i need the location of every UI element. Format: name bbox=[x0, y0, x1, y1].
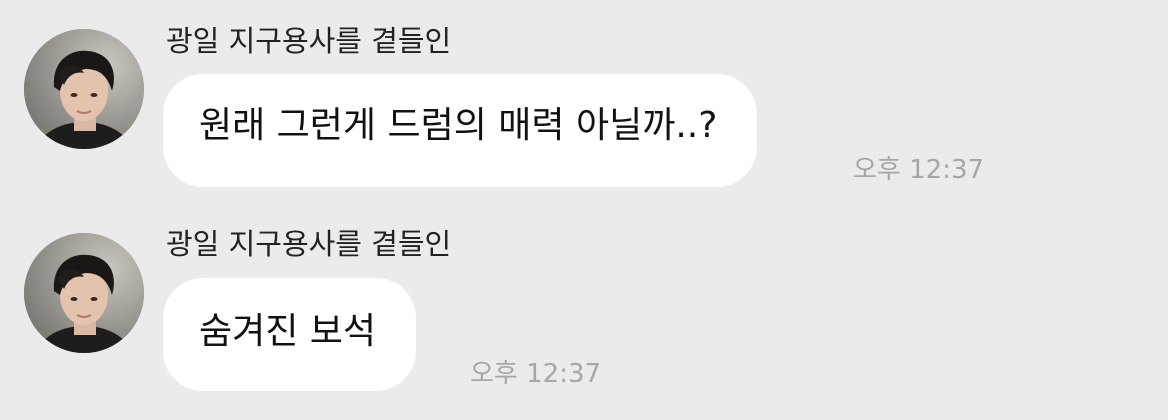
message-timestamp: 오후 12:37 bbox=[470, 359, 602, 389]
message-timestamp: 오후 12:37 bbox=[853, 155, 985, 185]
avatar[interactable] bbox=[24, 29, 144, 149]
message-text: 원래 그런게 드럼의 매력 아닐까..? bbox=[199, 105, 718, 146]
profile-photo-icon bbox=[24, 233, 144, 353]
sender-name: 광일 지구용사를 곁들인 bbox=[166, 227, 452, 261]
message-bubble[interactable]: 원래 그런게 드럼의 매력 아닐까..? bbox=[163, 74, 758, 187]
profile-photo-icon bbox=[24, 29, 144, 149]
message-bubble[interactable]: 숨겨진 보석 bbox=[163, 278, 417, 391]
avatar[interactable] bbox=[24, 233, 144, 353]
message-text: 숨겨진 보석 bbox=[199, 311, 377, 352]
sender-name: 광일 지구용사를 곁들인 bbox=[166, 24, 452, 58]
